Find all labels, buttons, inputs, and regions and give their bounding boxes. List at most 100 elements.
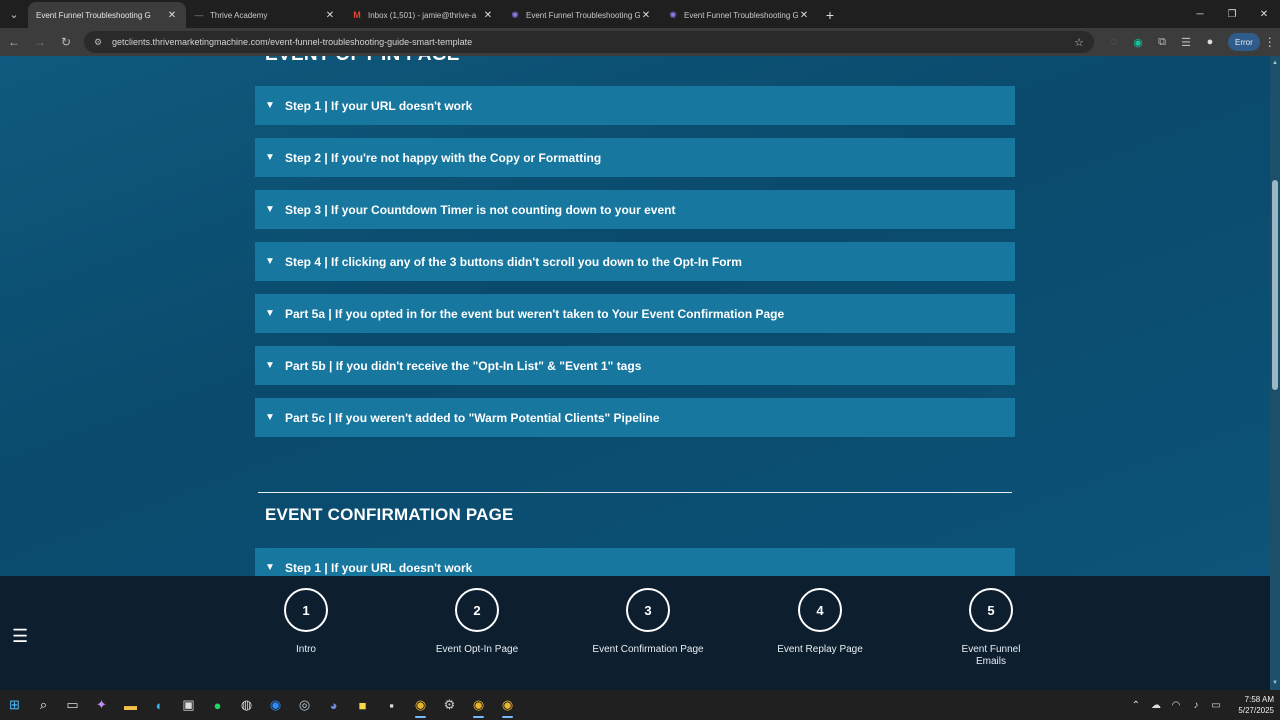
scroll-down-icon[interactable]: ▼ [1270, 678, 1280, 688]
copilot-icon[interactable]: ✦ [87, 690, 116, 720]
nav-step-2[interactable]: 2 Event Opt-In Page [402, 588, 552, 656]
address-bar[interactable]: ⚙ getclients.thrivemarketingmachine.com/… [84, 31, 1094, 53]
tab-close-icon[interactable]: ✕ [640, 10, 652, 21]
window-controls: ─ ❐ ✕ [1184, 0, 1280, 28]
browser-toolbar: ← → ↻ ⚙ getclients.thrivemarketingmachin… [0, 28, 1280, 56]
nav-step-3[interactable]: 3 Event Confirmation Page [573, 588, 723, 656]
chevron-down-icon: ▼ [265, 308, 275, 319]
sticky-notes-icon[interactable]: ■ [348, 690, 377, 720]
accordion-item[interactable]: ▼ Part 5a | If you opted in for the even… [255, 294, 1015, 333]
bookmark-star-icon[interactable]: ☆ [1074, 36, 1084, 49]
tab-close-icon[interactable]: ✕ [166, 10, 178, 21]
chrome-icon[interactable]: ◉ [493, 690, 522, 720]
forward-arrow-icon[interactable]: → [28, 30, 52, 54]
windows-start-icon[interactable]: ⊞ [0, 690, 29, 720]
page-content: EVENT OPT-IN PAGE ▼ Step 1 | If your URL… [0, 56, 1270, 576]
browser-menu-icon[interactable]: ⋮ [1262, 35, 1278, 49]
step-number: 2 [455, 588, 499, 632]
browser-tab[interactable]: M Inbox (1,501) - jamie@thrive-a ✕ [344, 2, 502, 28]
scrollbar-thumb[interactable] [1272, 180, 1278, 390]
battery-icon[interactable]: ▭ [1206, 700, 1226, 711]
new-tab-button[interactable]: + [818, 2, 842, 28]
section-heading-confirmation: EVENT CONFIRMATION PAGE [265, 505, 514, 524]
nav-step-4[interactable]: 4 Event Replay Page [745, 588, 895, 656]
step-label: Event Replay Page [777, 644, 863, 655]
chevron-up-icon[interactable]: ⌃ [1126, 700, 1146, 711]
error-badge[interactable]: Error [1228, 33, 1260, 51]
dashlane-icon[interactable]: ◍ [232, 690, 261, 720]
profile-avatar-icon[interactable]: ● [1198, 30, 1222, 54]
accordion-item[interactable]: ▼ Step 2 | If you're not happy with the … [255, 138, 1015, 177]
minimize-icon[interactable]: ─ [1184, 0, 1216, 28]
chrome-icon[interactable]: ◉ [406, 690, 435, 720]
section-heading-optin: EVENT OPT-IN PAGE [265, 56, 460, 66]
wifi-icon[interactable]: ◠ [1166, 700, 1186, 711]
os-taskbar: ⊞ ⌕ ▭ ✦ ▬ ◐ ▣ ● ◍ ◉ ◎ ◕ ■ ▪ ◉ ⚙ ◉ ◉ ⌃ ☁ … [0, 690, 1280, 720]
zoom-icon[interactable]: ◉ [261, 690, 290, 720]
tab-search-icon[interactable]: ⌄ [0, 0, 28, 28]
chevron-down-icon: ▼ [265, 562, 275, 573]
gmail-icon: M [353, 10, 361, 20]
back-arrow-icon[interactable]: ← [2, 30, 26, 54]
restore-icon[interactable]: ❐ [1216, 0, 1248, 28]
browser-tab[interactable]: ✺ Event Funnel Troubleshooting G ✕ [660, 2, 818, 28]
reading-list-icon[interactable]: ☰ [1174, 30, 1198, 54]
reload-icon[interactable]: ↻ [54, 30, 78, 54]
browser-tab-strip: ⌄ Event Funnel Troubleshooting G ✕ — Thr… [0, 0, 1280, 28]
settings-icon[interactable]: ⚙ [435, 690, 464, 720]
search-icon[interactable]: ⌕ [29, 690, 58, 720]
chevron-down-icon: ▼ [265, 256, 275, 267]
accordion-title: Step 2 | If you're not happy with the Co… [285, 150, 602, 165]
section-divider [258, 492, 1012, 493]
accordion-item[interactable]: ▼ Step 1 | If your URL doesn't work [255, 86, 1015, 125]
nav-step-5[interactable]: 5 Event Funnel Emails [916, 588, 1066, 668]
volume-icon[interactable]: ♪ [1186, 700, 1206, 711]
tab-close-icon[interactable]: ✕ [798, 10, 810, 21]
browser-tab[interactable]: — Thrive Academy ✕ [186, 2, 344, 28]
store-icon[interactable]: ▣ [174, 690, 203, 720]
app-icon[interactable]: ▪ [377, 690, 406, 720]
spotify-icon[interactable]: ● [203, 690, 232, 720]
discord-icon[interactable]: ◕ [319, 690, 348, 720]
nav-step-1[interactable]: 1 Intro [231, 588, 381, 656]
system-tray: ⌃ ☁ ◠ ♪ ▭ 7:58 AM 5/27/2025 [1126, 690, 1280, 720]
gear-favicon-icon: ✺ [669, 9, 677, 20]
accordion-title: Part 5c | If you weren't added to "Warm … [285, 410, 660, 425]
file-explorer-icon[interactable]: ▬ [116, 690, 145, 720]
tab-title: Event Funnel Troubleshooting G [526, 10, 640, 20]
browser-tab[interactable]: Event Funnel Troubleshooting G ✕ [28, 2, 186, 28]
clock-time: 7:58 AM [1244, 695, 1274, 704]
steam-icon[interactable]: ◎ [290, 690, 319, 720]
chevron-down-icon: ▼ [265, 152, 275, 163]
step-label: Event Confirmation Page [592, 644, 704, 655]
site-info-icon[interactable]: ⚙ [94, 37, 108, 48]
tab-title: Inbox (1,501) - jamie@thrive-a [368, 10, 477, 20]
step-number: 3 [626, 588, 670, 632]
tab-close-icon[interactable]: ✕ [324, 10, 336, 21]
grammarly-icon[interactable]: ◉ [1126, 30, 1150, 54]
accordion-item[interactable]: ▼ Part 5b | If you didn't receive the "O… [255, 346, 1015, 385]
browser-tab[interactable]: ✺ Event Funnel Troubleshooting G ✕ [502, 2, 660, 28]
chevron-down-icon: ▼ [265, 360, 275, 371]
hamburger-menu-icon[interactable]: ☰ [12, 626, 28, 647]
tab-close-icon[interactable]: ✕ [482, 10, 494, 21]
accordion-item[interactable]: ▼ Step 4 | If clicking any of the 3 butt… [255, 242, 1015, 281]
page-scrollbar[interactable]: ▲ ▼ [1270, 56, 1280, 690]
task-view-icon[interactable]: ▭ [58, 690, 87, 720]
accordion-item[interactable]: ▼ Step 1 | If your URL doesn't work [255, 548, 1015, 576]
gear-favicon-icon: ✺ [511, 9, 519, 20]
accordion-title: Step 4 | If clicking any of the 3 button… [285, 254, 742, 269]
extensions-icon[interactable]: ⧉ [1150, 30, 1174, 54]
chrome-icon[interactable]: ◉ [464, 690, 493, 720]
step-number: 5 [969, 588, 1013, 632]
accordion-item[interactable]: ▼ Part 5c | If you weren't added to "War… [255, 398, 1015, 437]
accordion-item[interactable]: ▼ Step 3 | If your Countdown Timer is no… [255, 190, 1015, 229]
close-window-icon[interactable]: ✕ [1248, 0, 1280, 28]
edge-icon[interactable]: ◐ [145, 690, 174, 720]
cloud-icon[interactable]: ☁ [1146, 700, 1166, 711]
chevron-down-icon: ▼ [265, 204, 275, 215]
scroll-up-icon[interactable]: ▲ [1270, 58, 1280, 68]
accordion-title: Step 3 | If your Countdown Timer is not … [285, 202, 676, 217]
clock[interactable]: 7:58 AM 5/27/2025 [1230, 694, 1274, 716]
chevron-down-icon: ▼ [265, 100, 275, 111]
